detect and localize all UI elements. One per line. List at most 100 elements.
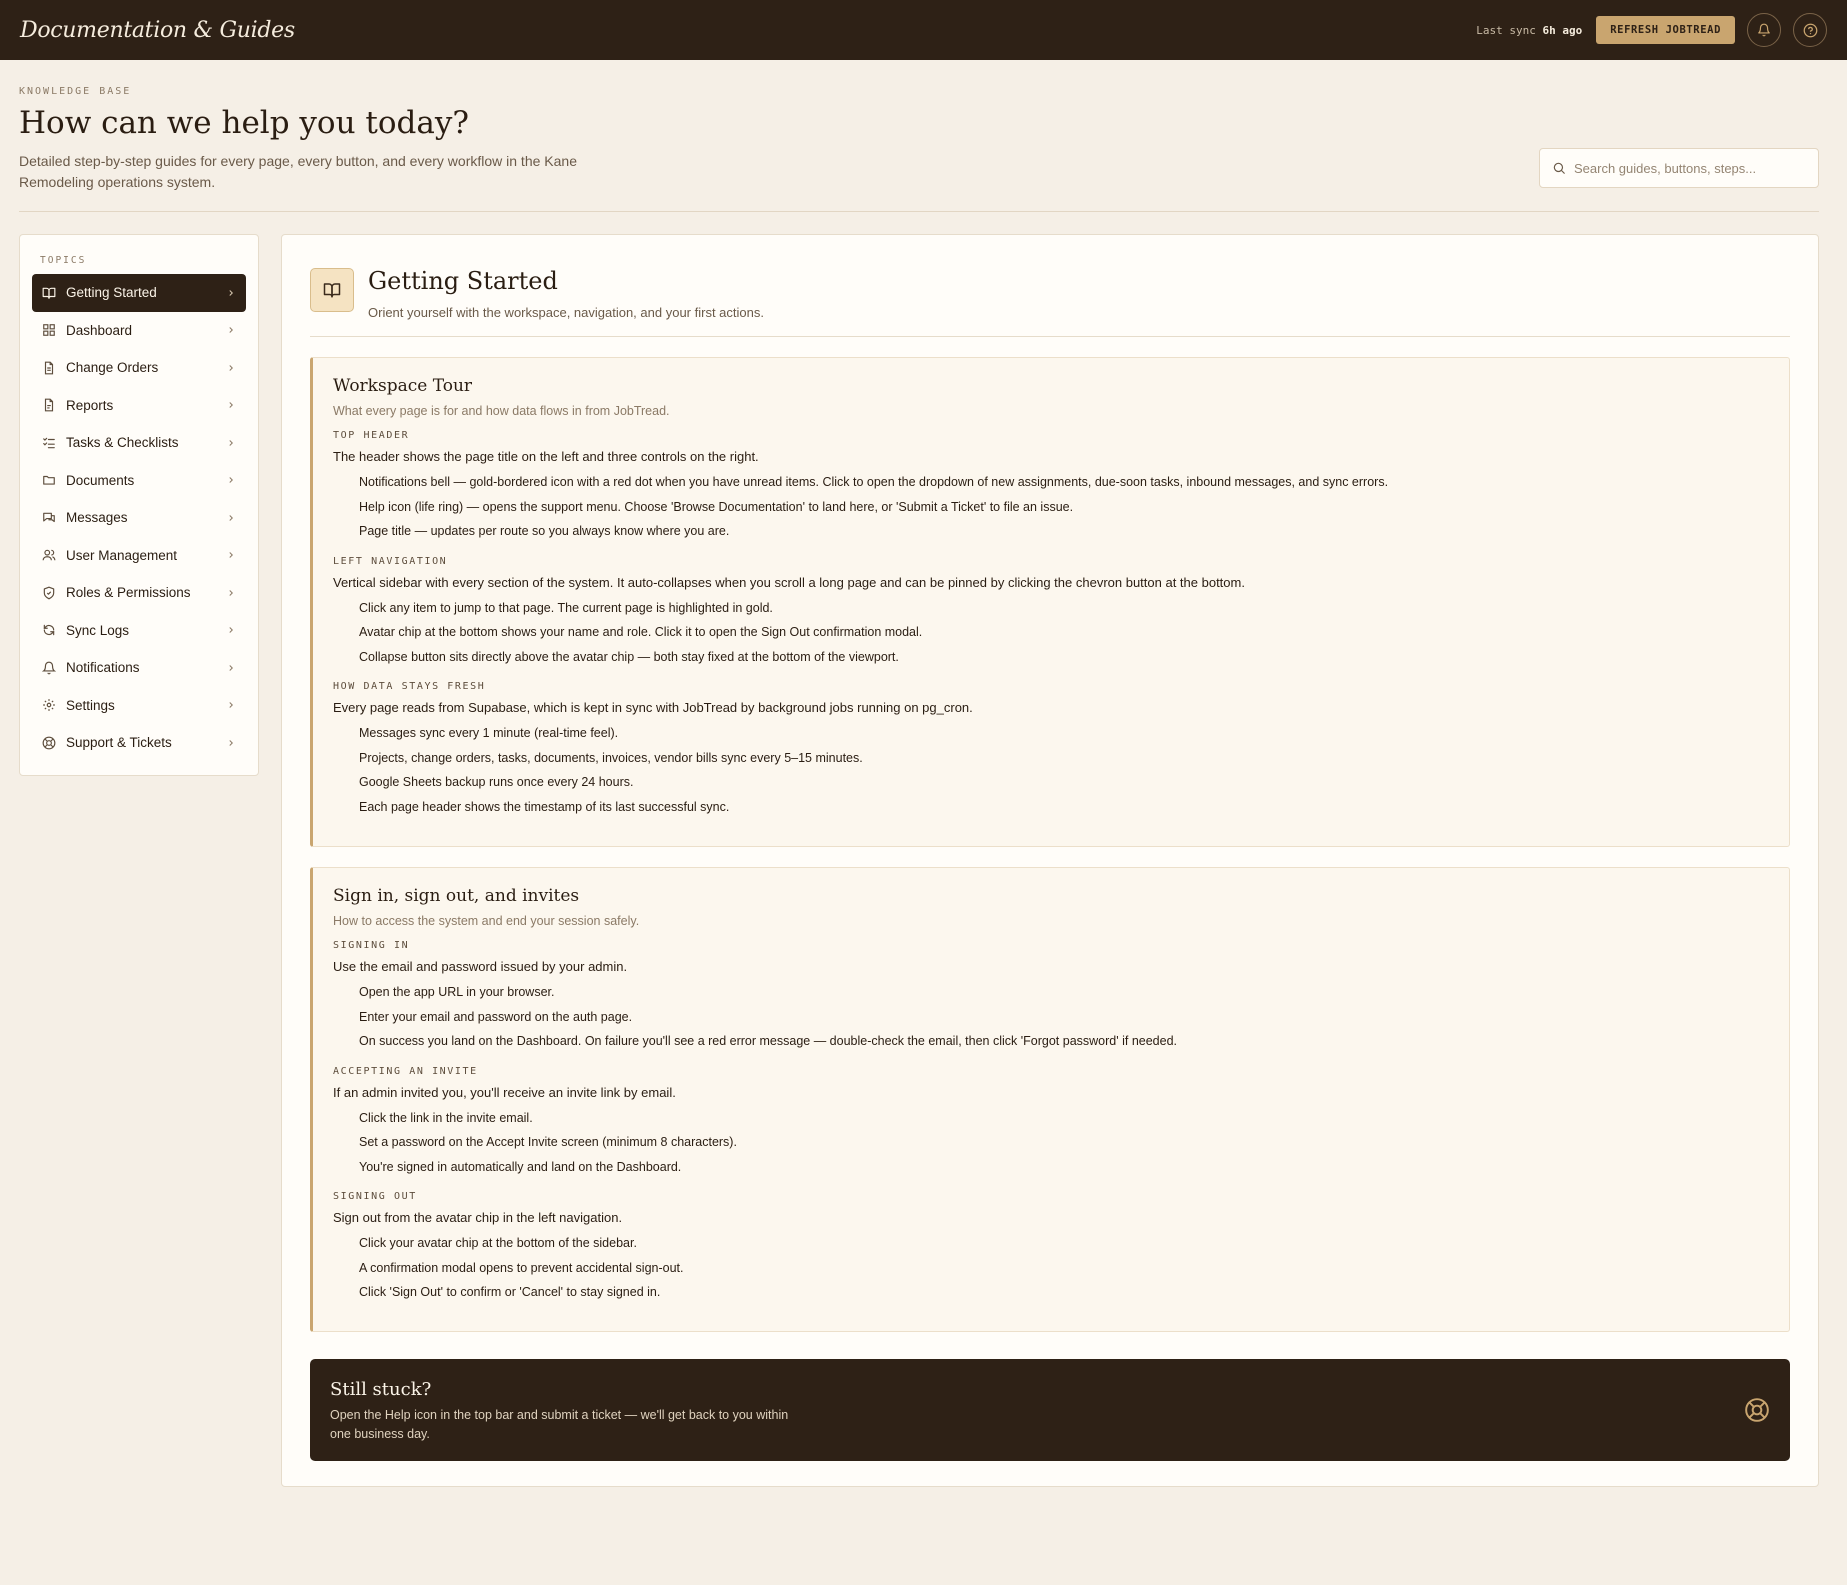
- subsection-label: SIGNING IN: [333, 940, 410, 951]
- section-icon-tile: [310, 268, 354, 312]
- sidebar-item-user-management[interactable]: User Management: [32, 537, 246, 575]
- guide-card-workspace-tour: Workspace Tour What every page is for an…: [310, 357, 1790, 847]
- sidebar-item-label: Reports: [66, 397, 114, 413]
- step-item: Click 'Sign Out' to confirm or 'Cancel' …: [359, 1285, 661, 1299]
- sidebar-item-roles-permissions[interactable]: Roles & Permissions: [32, 574, 246, 612]
- search-box[interactable]: [1539, 148, 1819, 188]
- help-button[interactable]: [1793, 13, 1827, 47]
- search-input[interactable]: [1574, 160, 1804, 176]
- sidebar-item-dashboard[interactable]: Dashboard: [32, 312, 246, 350]
- folder-icon: [42, 473, 56, 487]
- sidebar-item-label: Change Orders: [66, 360, 159, 376]
- chevron-right-icon: [226, 475, 236, 485]
- page-subtitle: Detailed step-by-step guides for every p…: [19, 153, 577, 190]
- chevron-right-icon: [226, 288, 236, 298]
- step-list: Click the link in the invite email. Set …: [333, 1106, 1769, 1180]
- gear-icon: [42, 698, 56, 712]
- subsection-intro: Use the email and password issued by you…: [333, 959, 628, 974]
- step-list: Messages sync every 1 minute (real-time …: [333, 721, 1769, 819]
- subsection-label: ACCEPTING AN INVITE: [333, 1065, 478, 1077]
- bell-icon: [42, 661, 56, 675]
- step-item: A confirmation modal opens to prevent ac…: [359, 1260, 684, 1275]
- help-circle-icon: [1803, 23, 1817, 37]
- sidebar-item-label: Support & Tickets: [66, 735, 172, 751]
- still-stuck-banner: Still stuck? Open the Help icon in the t…: [310, 1359, 1790, 1461]
- sync-icon: [42, 623, 56, 637]
- card-subtitle: How to access the system and end your se…: [333, 914, 640, 928]
- sidebar-item-reports[interactable]: Reports: [32, 387, 246, 425]
- step-item: Click any item to jump to that page. The…: [359, 600, 773, 615]
- refresh-jobtread-button[interactable]: REFRESH JOBTREAD: [1596, 16, 1735, 44]
- sidebar-item-label: Settings: [66, 697, 115, 713]
- last-sync-label: Last sync: [1476, 23, 1536, 37]
- subsection-intro: Every page reads from Supabase, which is…: [333, 700, 973, 715]
- step-item: Click the link in the invite email.: [359, 1110, 533, 1125]
- document-icon: [42, 361, 56, 375]
- step-item: Page title — updates per route so you al…: [359, 524, 730, 538]
- chevron-right-icon: [226, 325, 236, 335]
- sidebar-item-documents[interactable]: Documents: [32, 462, 246, 500]
- subsection-intro: Vertical sidebar with every section of t…: [333, 574, 1245, 590]
- chevron-right-icon: [226, 363, 236, 373]
- chevron-right-icon: [226, 400, 236, 410]
- sidebar-item-getting-started[interactable]: Getting Started: [32, 274, 246, 312]
- step-item: Google Sheets backup runs once every 24 …: [359, 775, 634, 789]
- report-icon: [42, 398, 56, 412]
- step-item: Enter your email and password on the aut…: [359, 1009, 633, 1024]
- last-sync-age: 6h ago: [1542, 23, 1583, 37]
- section-title: Getting Started: [368, 267, 558, 295]
- lifebuoy-icon: [42, 736, 56, 750]
- topics-sidebar: TOPICS Getting Started Dashboard Change …: [19, 234, 259, 776]
- subsection-label: LEFT NAVIGATION: [333, 555, 448, 567]
- sidebar-item-sync-logs[interactable]: Sync Logs: [32, 612, 246, 650]
- chevron-right-icon: [226, 663, 236, 673]
- shield-icon: [42, 586, 56, 600]
- dashboard-grid-icon: [42, 323, 56, 337]
- step-item: You're signed in automatically and land …: [359, 1159, 682, 1174]
- sidebar-item-change-orders[interactable]: Change Orders: [32, 349, 246, 387]
- sidebar-item-label: Notifications: [66, 660, 140, 676]
- step-item: Notifications bell — gold-bordered icon …: [359, 475, 1389, 489]
- lifebuoy-icon: [1745, 1398, 1769, 1422]
- subsection-intro: If an admin invited you, you'll receive …: [333, 1084, 676, 1100]
- bell-icon: [1758, 23, 1770, 37]
- sidebar-item-label: User Management: [66, 547, 178, 563]
- cta-title: Still stuck?: [330, 1379, 432, 1400]
- guide-card-sign-in-out: Sign in, sign out, and invites How to ac…: [310, 867, 1790, 1332]
- step-item: Open the app URL in your browser.: [359, 985, 555, 999]
- last-sync-status: Last sync 6h ago: [1476, 24, 1582, 37]
- subsection-label: SIGNING OUT: [333, 1191, 417, 1202]
- sidebar-item-support-tickets[interactable]: Support & Tickets: [32, 724, 246, 762]
- sidebar-item-label: Getting Started: [66, 285, 157, 301]
- search-icon: [1553, 162, 1565, 174]
- card-subtitle: What every page is for and how data flow…: [333, 404, 670, 418]
- sidebar-item-label: Roles & Permissions: [66, 585, 191, 601]
- support-link[interactable]: [1744, 1397, 1770, 1423]
- book-open-icon: [323, 283, 341, 298]
- users-icon: [42, 548, 56, 562]
- card-title: Sign in, sign out, and invites: [333, 886, 580, 906]
- card-title: Workspace Tour: [333, 376, 473, 396]
- chevron-right-icon: [226, 550, 236, 560]
- sidebar-item-label: Sync Logs: [66, 622, 130, 638]
- sidebar-item-label: Dashboard: [66, 322, 133, 338]
- header-divider: [19, 211, 1819, 212]
- step-item: Messages sync every 1 minute (real-time …: [359, 726, 619, 740]
- step-item: Collapse button sits directly above the …: [359, 649, 899, 664]
- sidebar-item-notifications[interactable]: Notifications: [32, 649, 246, 687]
- step-list: Click your avatar chip at the bottom of …: [333, 1231, 1769, 1305]
- chevron-right-icon: [226, 438, 236, 448]
- top-bar-controls: Last sync 6h ago REFRESH JOBTREAD: [1476, 13, 1827, 47]
- step-list: Open the app URL in your browser. Enter …: [333, 980, 1769, 1054]
- book-open-icon: [42, 286, 56, 300]
- sidebar-item-settings[interactable]: Settings: [32, 687, 246, 725]
- step-list: Notifications bell — gold-bordered icon …: [333, 470, 1769, 544]
- section-subtitle: Orient yourself with the workspace, navi…: [368, 305, 764, 320]
- subsection-intro: The header shows the page title on the l…: [333, 449, 759, 464]
- step-item: Projects, change orders, tasks, document…: [359, 750, 863, 765]
- notifications-button[interactable]: [1747, 13, 1781, 47]
- step-item: Set a password on the Accept Invite scre…: [359, 1135, 737, 1149]
- section-header: Getting Started Orient yourself with the…: [310, 267, 764, 320]
- sidebar-item-tasks-checklists[interactable]: Tasks & Checklists: [32, 424, 246, 462]
- sidebar-item-messages[interactable]: Messages: [32, 499, 246, 537]
